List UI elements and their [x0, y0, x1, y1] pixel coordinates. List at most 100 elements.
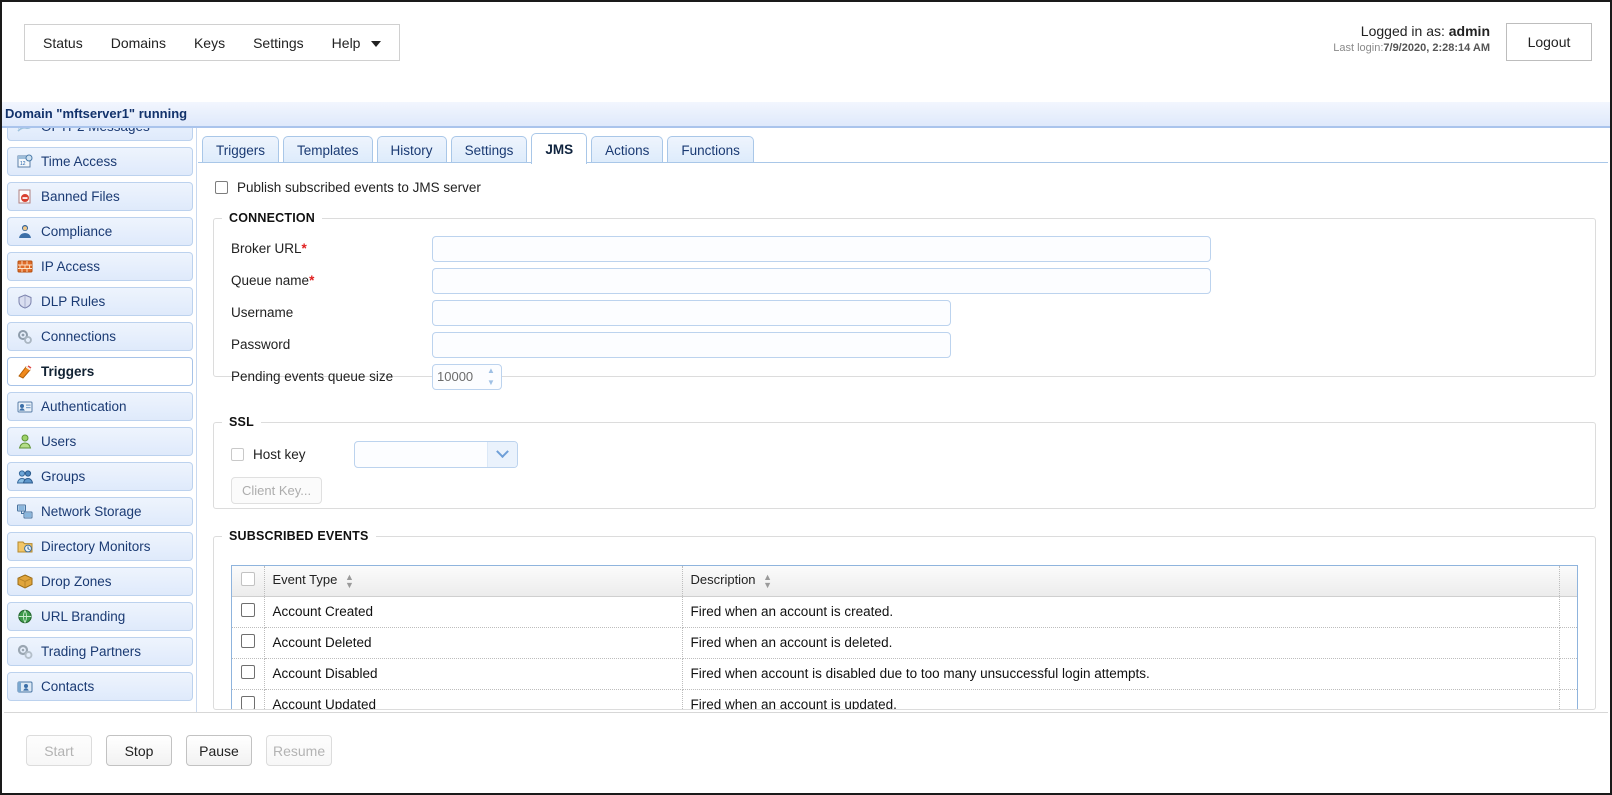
select-all-checkbox[interactable] [241, 572, 255, 586]
host-key-select[interactable] [354, 441, 518, 468]
stepper-down-icon[interactable]: ▼ [487, 379, 495, 387]
tab-templates[interactable]: Templates [283, 136, 373, 164]
select-all-header[interactable] [232, 566, 264, 596]
required-marker: * [302, 241, 307, 256]
menu-item-keys[interactable]: Keys [180, 27, 239, 59]
compliance-icon [16, 224, 34, 240]
chevron-down-icon[interactable] [487, 442, 517, 467]
sidebar-item-compliance[interactable]: Compliance [7, 217, 193, 246]
table-row[interactable]: Account CreatedFired when an account is … [232, 596, 1577, 627]
cell-description: Fired when an account is created. [682, 596, 1559, 627]
main-menu-bar: Status Domains Keys Settings Help [24, 24, 400, 61]
sidebar-item-network-storage[interactable]: Network Storage [7, 497, 193, 526]
menu-item-label: Status [43, 35, 83, 51]
sidebar-item-connections[interactable]: Connections [7, 322, 193, 351]
sidebar-item-contacts[interactable]: Contacts [7, 672, 193, 701]
cell-description: Fired when an account is updated. [682, 689, 1559, 709]
sidebar-item-authentication[interactable]: Authentication [7, 392, 193, 421]
subscribed-events-section: SUBSCRIBED EVENTS Event Type ▲▼ [213, 529, 1596, 710]
menu-item-status[interactable]: Status [29, 27, 97, 59]
logged-in-line: Logged in as: admin [1333, 22, 1490, 41]
table-row[interactable]: Account DisabledFired when account is di… [232, 658, 1577, 689]
sidebar-item-triggers[interactable]: Triggers [7, 357, 193, 386]
tab-triggers[interactable]: Triggers [202, 136, 279, 164]
column-header-spacer [1559, 566, 1577, 596]
subscribed-events-table-wrapper[interactable]: Event Type ▲▼ Description ▲▼ Account C [231, 565, 1578, 709]
pause-button[interactable]: Pause [186, 735, 252, 766]
stepper-up-icon[interactable]: ▲ [487, 367, 495, 375]
sidebar-item-directory-monitors[interactable]: Directory Monitors [7, 532, 193, 561]
queue-size-stepper[interactable]: ▲ ▼ [432, 364, 502, 390]
host-key-checkbox[interactable] [231, 448, 244, 461]
row-select-cell[interactable] [232, 596, 264, 627]
sidebar-item-ip-access[interactable]: IP Access [7, 252, 193, 281]
sidebar-item-dlp-rules[interactable]: DLP Rules [7, 287, 193, 316]
menu-item-domains[interactable]: Domains [97, 27, 180, 59]
tab-strip[interactable]: TriggersTemplatesHistorySettings JMS Actio… [202, 133, 1608, 163]
stepper-arrows[interactable]: ▲ ▼ [481, 365, 501, 389]
row-select-cell[interactable] [232, 627, 264, 658]
cell-description: Fired when an account is deleted. [682, 627, 1559, 658]
domain-control-buttons[interactable]: StartStopPauseResume [26, 735, 332, 766]
host-key-label-group[interactable]: Host key [214, 447, 354, 462]
table-row[interactable]: Account UpdatedFired when an account is … [232, 689, 1577, 709]
logout-button[interactable]: Logout [1506, 23, 1592, 61]
sidebar-item-trading-partners[interactable]: Trading Partners [7, 637, 193, 666]
sort-icon[interactable]: ▲▼ [763, 573, 772, 589]
tab-history[interactable]: History [377, 136, 447, 164]
connections-icon [16, 329, 34, 345]
sidebar-item-time-access[interactable]: 12Time Access [7, 147, 193, 176]
tab-functions[interactable]: Functions [667, 136, 754, 164]
queue-name-label-text: Queue name [231, 273, 309, 288]
row-select-cell[interactable] [232, 689, 264, 709]
main-panel: TriggersTemplatesHistorySettings JMS Actio… [198, 128, 1608, 716]
tab-settings[interactable]: Settings [451, 136, 528, 164]
sidebar-item-users[interactable]: Users [7, 427, 193, 456]
publish-events-row[interactable]: Publish subscribed events to JMS server [215, 180, 481, 195]
username-input[interactable] [432, 300, 951, 326]
row-checkbox[interactable] [241, 603, 255, 617]
sidebar-item-url-branding[interactable]: URL Branding [7, 602, 193, 631]
broker-url-input[interactable] [432, 236, 1211, 262]
app-window: Status Domains Keys Settings Help Logged… [0, 0, 1612, 795]
sort-icon[interactable]: ▲▼ [345, 573, 354, 589]
last-login-prefix: Last login: [1333, 42, 1383, 54]
table-row[interactable]: Account DeletedFired when an account is … [232, 627, 1577, 658]
tab-actions[interactable]: Actions [591, 136, 663, 164]
sidebar-item-banned-files[interactable]: Banned Files [7, 182, 193, 211]
row-checkbox[interactable] [241, 634, 255, 648]
logged-in-username: admin [1449, 23, 1490, 39]
column-header-description[interactable]: Description ▲▼ [682, 566, 1559, 596]
sidebar-item-label: Network Storage [41, 504, 142, 519]
sidebar-item-drop-zones[interactable]: Drop Zones [7, 567, 193, 596]
subscribed-events-table: Event Type ▲▼ Description ▲▼ Account C [232, 566, 1577, 709]
stop-button[interactable]: Stop [106, 735, 172, 766]
column-header-event-type[interactable]: Event Type ▲▼ [264, 566, 682, 596]
sidebar-nav[interactable]: OFTP2 Messages 12Time Access Banned Files C… [4, 128, 197, 716]
row-checkbox[interactable] [241, 696, 255, 709]
sidebar-item-oftp2-messages[interactable]: OFTP2 Messages [7, 128, 193, 141]
required-marker: * [309, 273, 314, 288]
domain-status-text: Domain "mftserver1" running [5, 106, 187, 121]
top-bar: Status Domains Keys Settings Help Logged… [2, 2, 1610, 102]
host-key-label: Host key [253, 447, 306, 462]
client-key-button[interactable]: Client Key... [231, 477, 322, 504]
publish-events-checkbox[interactable] [215, 181, 228, 194]
menu-item-settings[interactable]: Settings [239, 27, 318, 59]
connection-section: CONNECTION Broker URL* Queue name* Usern… [213, 211, 1596, 377]
sidebar-item-groups[interactable]: Groups [7, 462, 193, 491]
sidebar-item-label: IP Access [41, 259, 100, 274]
publish-events-label: Publish subscribed events to JMS server [237, 180, 481, 195]
tab-jms[interactable]: JMS [531, 133, 587, 164]
sidebar-item-label: Groups [41, 469, 85, 484]
tab-label: JMS [545, 142, 573, 157]
row-select-cell[interactable] [232, 658, 264, 689]
client-key-row: Client Key... [214, 477, 322, 504]
menu-item-help[interactable]: Help [318, 27, 396, 59]
row-checkbox[interactable] [241, 665, 255, 679]
domain-status-band: Domain "mftserver1" running [2, 102, 1610, 128]
queue-size-input[interactable] [433, 365, 481, 389]
ssl-legend: SSL [222, 415, 261, 429]
password-input[interactable] [432, 332, 951, 358]
queue-name-input[interactable] [432, 268, 1211, 294]
